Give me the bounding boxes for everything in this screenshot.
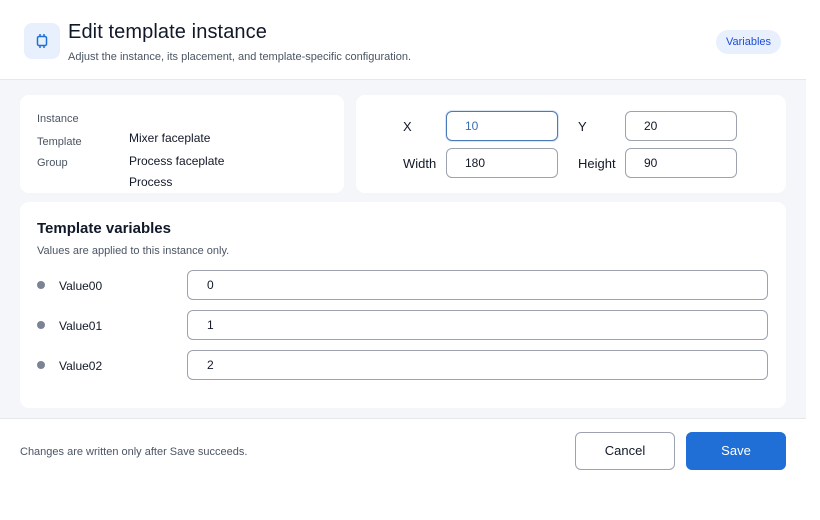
dialog-header: Edit template instance Adjust the instan… — [0, 0, 806, 80]
width-input[interactable]: 180 — [446, 148, 558, 178]
placement-card: X 10 Y 20 Width 180 Height 90 — [356, 95, 786, 193]
instance-info-card: Instance Mixer faceplate Template Proces… — [20, 95, 344, 193]
variable-value-input[interactable]: 2 — [187, 350, 768, 380]
dialog-body: Instance Mixer faceplate Template Proces… — [0, 80, 806, 418]
page-subtitle: Adjust the instance, its placement, and … — [68, 51, 412, 63]
height-label: Height — [578, 156, 616, 171]
instance-value: Mixer faceplate — [129, 131, 211, 145]
variable-dot-icon — [37, 281, 45, 289]
variables-badge[interactable]: Variables — [716, 30, 782, 54]
page-title: Edit template instance — [68, 21, 267, 43]
variable-dot-icon — [37, 361, 45, 369]
variable-name: Value02 — [59, 359, 103, 373]
y-label: Y — [578, 119, 587, 134]
template-variables-card: Template variables Values are applied to… — [20, 202, 786, 408]
height-input[interactable]: 90 — [625, 148, 737, 178]
cancel-button[interactable]: Cancel — [575, 432, 675, 470]
template-value: Process faceplate — [129, 154, 225, 168]
variable-name: Value01 — [59, 319, 103, 333]
save-button[interactable]: Save — [686, 432, 786, 470]
chip-icon — [24, 23, 60, 59]
variable-value-input[interactable]: 1 — [187, 310, 768, 340]
variables-subtitle: Values are applied to this instance only… — [37, 245, 230, 257]
x-label: X — [403, 119, 412, 134]
footer-note: Changes are written only after Save succ… — [20, 446, 248, 458]
template-label: Template — [37, 136, 82, 148]
group-value: Process — [129, 175, 173, 189]
variables-title: Template variables — [37, 220, 171, 237]
dialog-footer: Changes are written only after Save succ… — [0, 418, 806, 520]
group-label: Group — [37, 157, 68, 169]
x-input[interactable]: 10 — [446, 111, 558, 141]
variable-name: Value00 — [59, 279, 103, 293]
width-label: Width — [403, 156, 437, 171]
variable-value-input[interactable]: 0 — [187, 270, 768, 300]
instance-label: Instance — [37, 113, 79, 125]
variable-dot-icon — [37, 321, 45, 329]
edit-template-dialog: Edit template instance Adjust the instan… — [0, 0, 806, 520]
y-input[interactable]: 20 — [625, 111, 737, 141]
